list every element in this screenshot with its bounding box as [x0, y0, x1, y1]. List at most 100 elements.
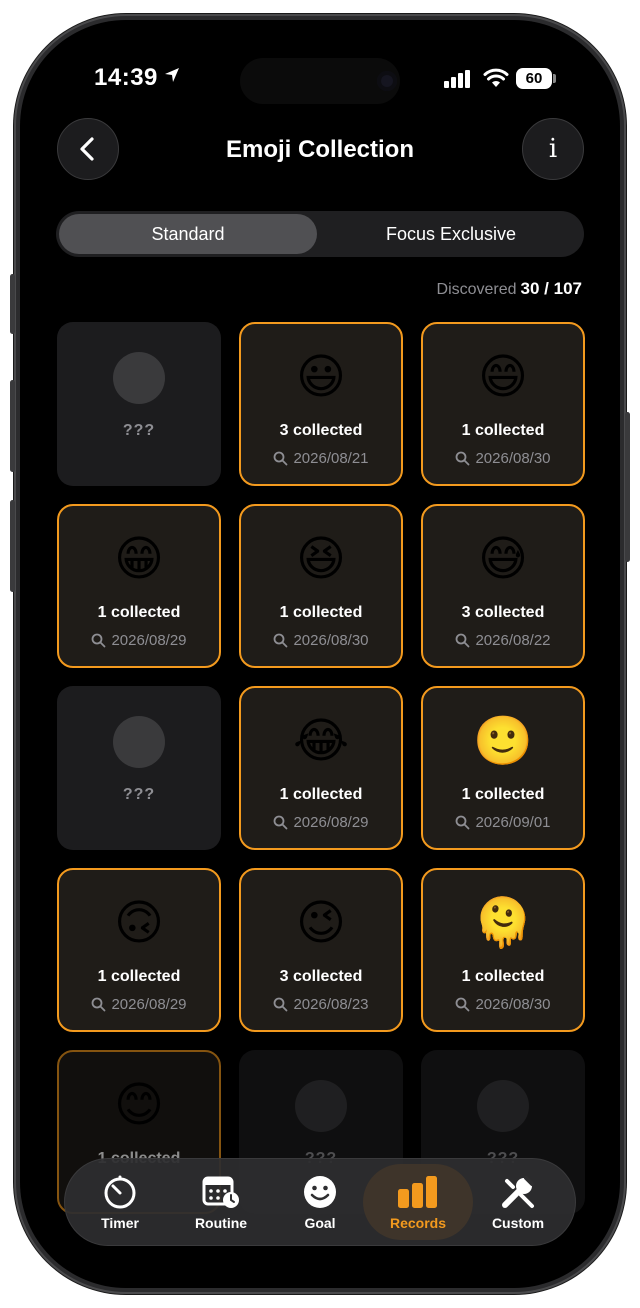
discovered-count: 30 / 107 [520, 279, 582, 298]
wifi-icon [483, 68, 509, 87]
tab-label: Goal [304, 1215, 336, 1231]
emoji-card[interactable]: 😅 3 collected 2026/08/22 [421, 504, 585, 668]
wrench-screwdriver-icon [502, 1176, 534, 1208]
volume-up-button [10, 380, 15, 472]
tab-bar: Timer Routine Goal Records Custom [64, 1158, 576, 1246]
battery-nub [553, 74, 556, 83]
info-icon: i [548, 134, 558, 164]
battery-indicator: 60 [516, 68, 552, 89]
emoji-holder: 😆 [241, 532, 401, 588]
emoji-card[interactable]: 🫠 1 collected 2026/08/30 [421, 868, 585, 1032]
discovery-date-row: 2026/08/30 [423, 996, 583, 1013]
magnifier-icon [274, 633, 288, 648]
discovery-date-row: 2026/08/29 [241, 814, 401, 831]
emoji-holder: 🫠 [423, 896, 583, 952]
emoji-holder: 😁 [59, 532, 219, 588]
discovery-date: 2026/08/30 [475, 996, 551, 1013]
camera-icon [377, 71, 397, 91]
discovery-date: 2026/09/01 [475, 814, 551, 831]
locked-emoji-placeholder [113, 352, 165, 404]
collected-count: 1 collected [97, 968, 181, 985]
discovery-date-row: 2026/08/29 [59, 632, 219, 649]
discovery-date: 2026/08/29 [111, 996, 187, 1013]
emoji-card[interactable]: 😉 3 collected 2026/08/23 [239, 868, 403, 1032]
emoji-holder [59, 714, 219, 770]
discovery-date: 2026/08/21 [293, 450, 369, 467]
magnifier-icon [92, 997, 106, 1012]
locked-emoji-placeholder [295, 1080, 347, 1132]
collected-count: 3 collected [461, 604, 545, 621]
info-button[interactable]: i [522, 118, 584, 180]
tab-label: Records [389, 1215, 447, 1231]
emoji-holder: 😂 [241, 714, 401, 770]
magnifier-icon [456, 633, 470, 648]
discovery-date-row: 2026/08/21 [241, 450, 401, 467]
emoji-card[interactable]: 🙂 1 collected 2026/09/01 [421, 686, 585, 850]
bar-chart-icon [398, 1176, 437, 1208]
emoji-card[interactable]: 😂 1 collected 2026/08/29 [239, 686, 403, 850]
discovery-date: 2026/08/23 [293, 996, 369, 1013]
magnifier-icon [274, 815, 288, 830]
tab-timer[interactable]: Timer [71, 1159, 169, 1245]
emoji-holder: 😊 [59, 1078, 219, 1134]
unknown-label: ??? [122, 786, 156, 803]
discovery-date: 2026/08/29 [293, 814, 369, 831]
emoji-glyph: 😄 [477, 351, 529, 404]
discovery-date-row: 2026/08/30 [241, 632, 401, 649]
location-arrow-icon [165, 68, 179, 82]
segment-standard[interactable]: Standard [59, 214, 317, 254]
emoji-holder: 😉 [241, 896, 401, 952]
discovery-date-row: 2026/08/30 [423, 450, 583, 467]
segment-focus-exclusive[interactable]: Focus Exclusive [320, 214, 582, 254]
collected-count: 3 collected [279, 968, 363, 985]
tab-records[interactable]: Records [363, 1164, 473, 1240]
tab-routine[interactable]: Routine [172, 1159, 270, 1245]
locked-emoji-card[interactable]: ??? [57, 686, 221, 850]
status-bar: 14:39 60 [20, 20, 620, 130]
emoji-glyph: 😃 [295, 351, 347, 404]
status-time: 14:39 [94, 64, 158, 91]
emoji-glyph: 😊 [113, 1079, 165, 1132]
emoji-card[interactable]: 🙃 1 collected 2026/08/29 [57, 868, 221, 1032]
emoji-glyph: 😂 [292, 715, 350, 768]
tab-custom[interactable]: Custom [469, 1159, 567, 1245]
emoji-card[interactable]: 😆 1 collected 2026/08/30 [239, 504, 403, 668]
collected-count: 1 collected [461, 422, 545, 439]
locked-emoji-placeholder [477, 1080, 529, 1132]
discovered-label: Discovered [436, 281, 517, 298]
emoji-holder [59, 350, 219, 406]
power-button [625, 412, 630, 562]
calendar-clock-icon [202, 1176, 239, 1208]
emoji-card[interactable]: 😃 3 collected 2026/08/21 [239, 322, 403, 486]
emoji-card[interactable]: 😄 1 collected 2026/08/30 [421, 322, 585, 486]
cellular-signal-icon [444, 70, 470, 88]
tab-label: Custom [491, 1215, 545, 1231]
emoji-card[interactable]: 😁 1 collected 2026/08/29 [57, 504, 221, 668]
emoji-holder: 😃 [241, 350, 401, 406]
magnifier-icon [92, 633, 106, 648]
magnifier-icon [456, 815, 470, 830]
collected-count: 1 collected [461, 968, 545, 985]
emoji-glyph: 🙃 [113, 897, 165, 950]
collected-count: 1 collected [461, 786, 545, 803]
discovery-date-row: 2026/09/01 [423, 814, 583, 831]
collected-count: 1 collected [97, 604, 181, 621]
emoji-holder [241, 1078, 401, 1134]
collected-count: 3 collected [279, 422, 363, 439]
segmented-control: Standard Focus Exclusive [56, 211, 584, 257]
magnifier-icon [456, 997, 470, 1012]
smiley-icon [304, 1176, 336, 1208]
emoji-glyph: 😅 [477, 533, 529, 586]
emoji-glyph: 😉 [295, 897, 347, 950]
unknown-label: ??? [122, 422, 156, 439]
emoji-holder: 😅 [423, 532, 583, 588]
locked-emoji-card[interactable]: ??? [57, 322, 221, 486]
volume-down-button [10, 500, 15, 592]
emoji-holder: 🙃 [59, 896, 219, 952]
emoji-holder [423, 1078, 583, 1134]
collected-count: 1 collected [279, 786, 363, 803]
emoji-holder: 🙂 [423, 714, 583, 770]
discovery-date: 2026/08/30 [475, 450, 551, 467]
tab-goal[interactable]: Goal [271, 1159, 369, 1245]
emoji-glyph: 😁 [113, 533, 165, 586]
